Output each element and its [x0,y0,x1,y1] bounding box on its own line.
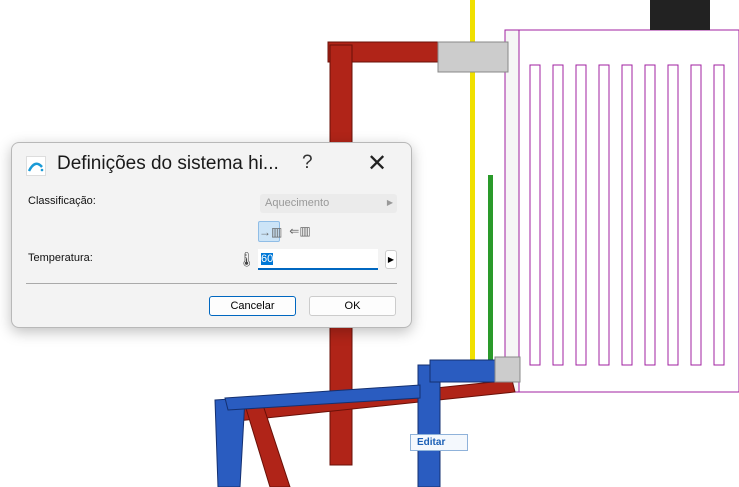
temperature-input[interactable]: 60 [258,249,378,270]
dialog-title: Definições do sistema hi... [57,153,279,174]
dark-object [650,0,710,30]
chevron-right-icon: ▶ [386,198,393,207]
radiator-supply-icon: →▥ [259,225,283,239]
edit-tooltip[interactable]: Editar [410,434,468,451]
valve-fitting [437,41,509,73]
return-radiator-button[interactable]: ⇐▥ [289,221,311,242]
thermometer-icon: 🌡 [238,251,256,267]
help-button[interactable]: ? [302,152,313,174]
radiator-return-icon: ⇐▥ [289,224,311,238]
ok-button[interactable]: OK [309,296,396,316]
temperature-label: Temperatura: [28,252,93,264]
hydraulic-system-settings-dialog: Definições do sistema hi... ? ✕ Classifi… [11,142,412,328]
lower-fitting [494,356,521,383]
radiator [504,29,739,393]
classification-label: Classificação: [28,195,96,207]
temperature-arrow-button[interactable]: ▶ [385,250,397,269]
classification-select[interactable]: Aquecimento ▶ [260,194,397,213]
green-pipe [488,175,493,365]
temperature-value: 60 [261,253,274,265]
app-logo-icon [26,156,46,176]
classification-value: Aquecimento [265,197,330,209]
cancel-button[interactable]: Cancelar [209,296,296,316]
close-button[interactable]: ✕ [367,149,387,178]
supply-radiator-button[interactable]: →▥ [258,221,283,242]
divider [26,283,397,284]
